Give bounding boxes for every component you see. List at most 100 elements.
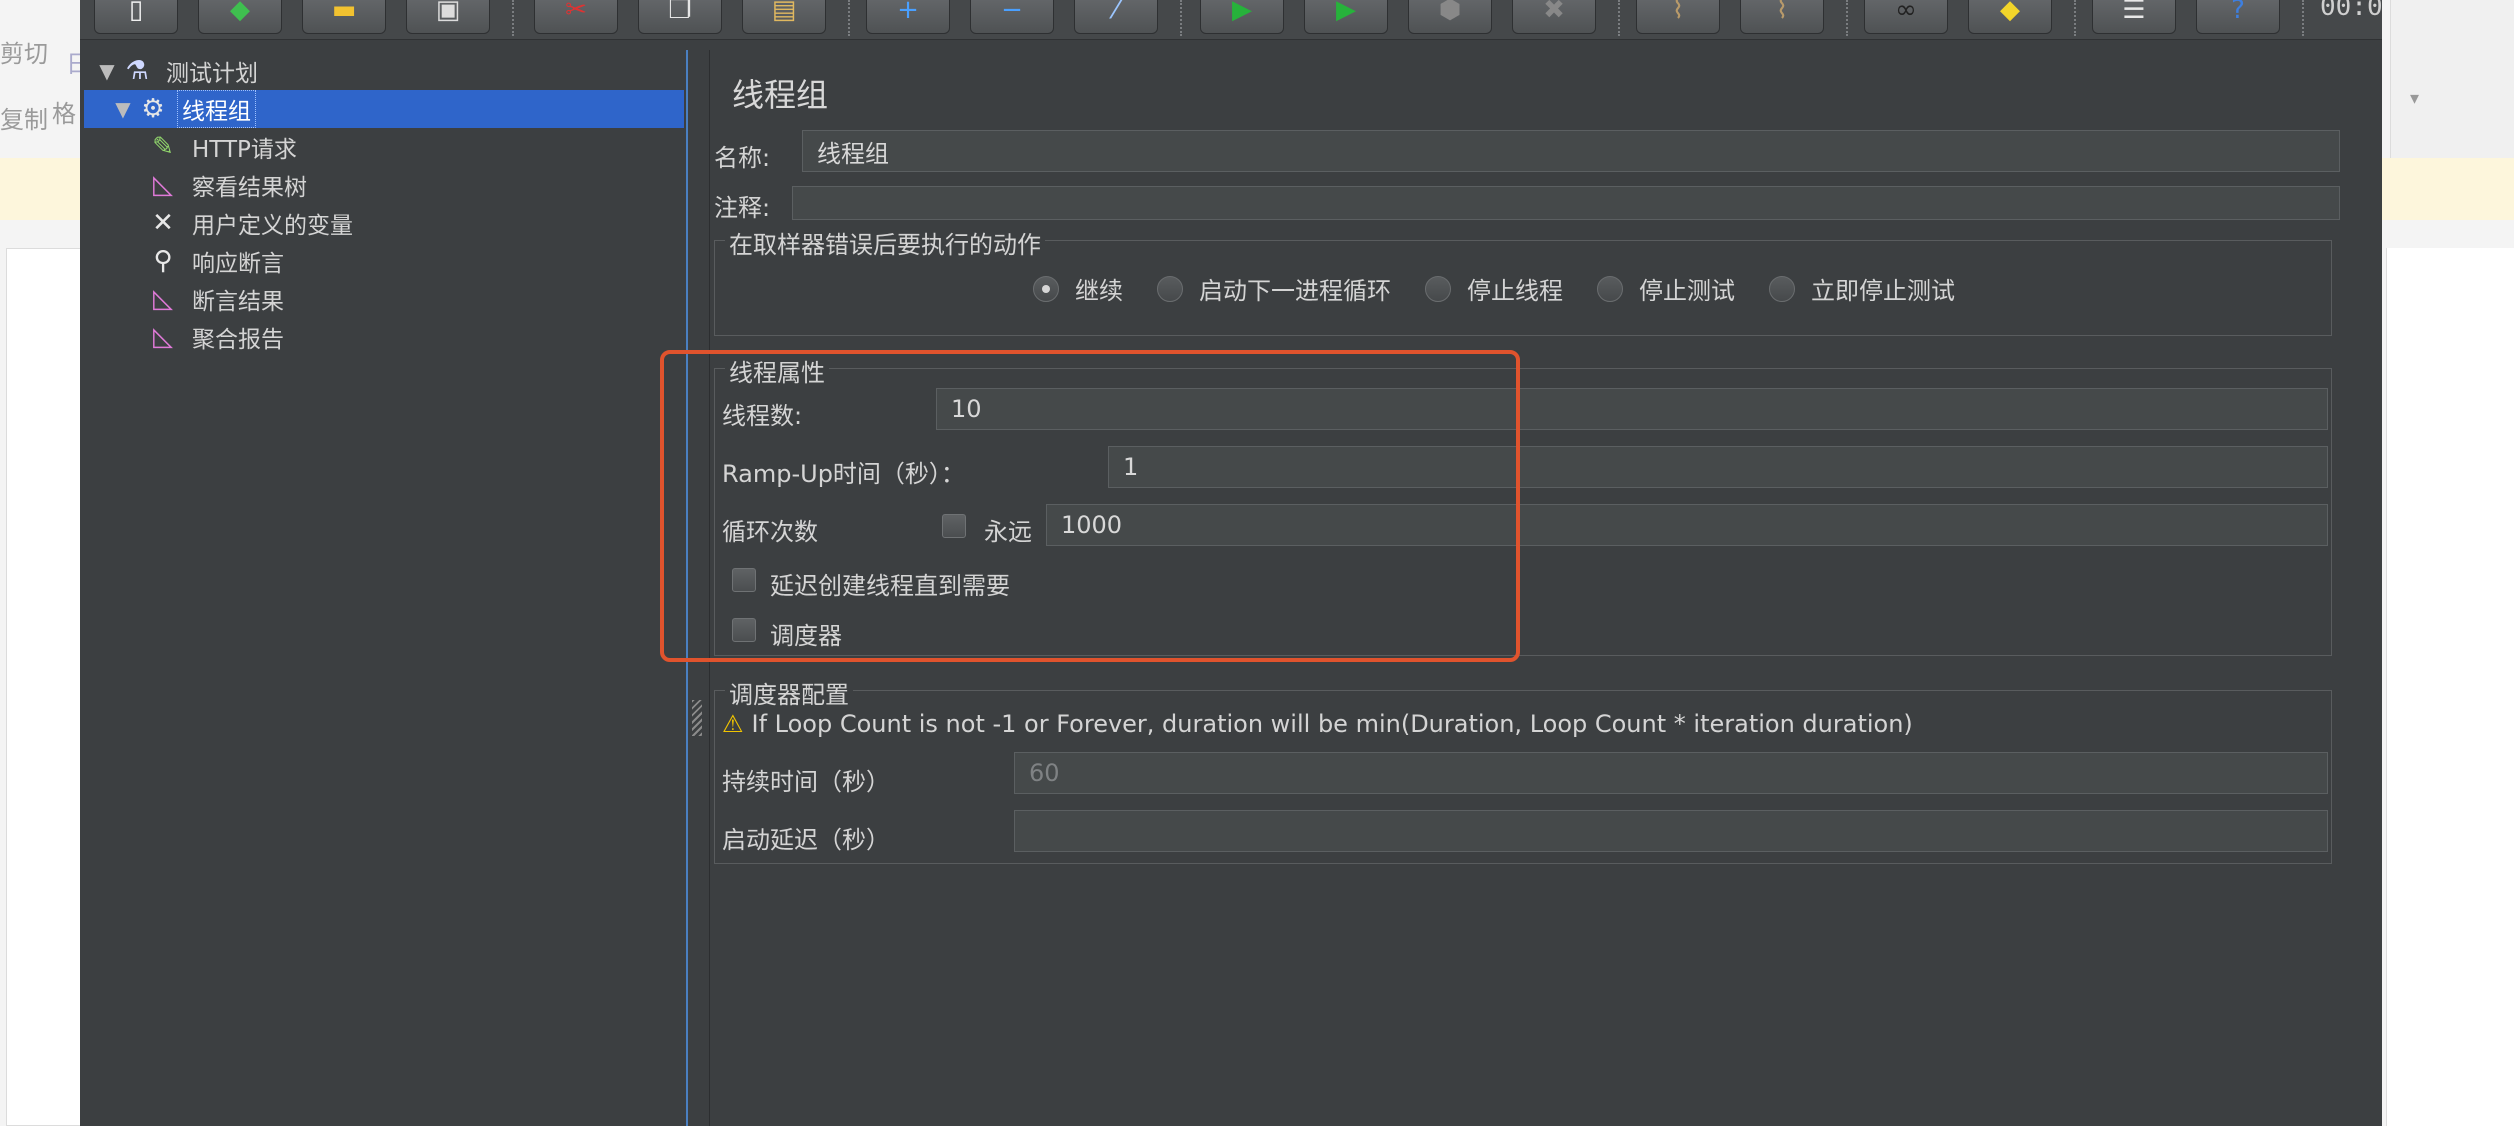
radio-continue[interactable]: 继续: [1033, 271, 1123, 306]
scissors-icon: ✂: [565, 0, 587, 25]
radio-label: 停止测试: [1639, 277, 1735, 305]
templates-icon: ◆: [230, 0, 250, 25]
open-button[interactable]: ▬: [302, 0, 386, 34]
test-plan-tree: ▼ ⚗ 测试计划 ▼ ⚙ 线程组 ✎ HTTP请求 ◺ 察看结果树 ✕ 用户定义…: [84, 50, 688, 1126]
duration-label: 持续时间（秒）: [722, 768, 890, 796]
toolbar: ▯ ◆ ▬ ▣ ✂ ❐ ▤ + − ⁄ ▶ ▶ ⬢ ✖ ⌇ ⌇ ∞ ◆ ☰ ?: [80, 0, 2382, 40]
radio-stop-test[interactable]: 停止测试: [1597, 271, 1735, 306]
document-icon: ▯: [128, 0, 144, 25]
toolbar-separator: [848, 0, 850, 36]
shutdown-button[interactable]: ✖: [1512, 0, 1596, 34]
paste-button[interactable]: ▤: [742, 0, 826, 34]
paste-icon: ▤: [771, 0, 797, 25]
graph-icon: ◺: [153, 322, 173, 352]
tree-item-label: 断言结果: [192, 289, 284, 315]
radio-start-next-loop[interactable]: 启动下一进程循环: [1157, 271, 1391, 306]
eraser-icon: ◆: [2000, 0, 2020, 25]
name-field[interactable]: 线程组: [802, 130, 2340, 172]
templates-button[interactable]: ◆: [198, 0, 282, 34]
rampup-label: Ramp-Up时间（秒）：: [722, 460, 965, 488]
new-button[interactable]: ▯: [94, 0, 178, 34]
search-button[interactable]: ∞: [1864, 0, 1948, 34]
tree-item-label: 响应断言: [192, 251, 284, 277]
duration-field[interactable]: 60: [1014, 752, 2328, 794]
toolbar-separator: [1846, 0, 1848, 36]
save-button[interactable]: ▣: [406, 0, 490, 34]
splitter-grip-icon[interactable]: [692, 700, 702, 736]
radio-label: 立即停止测试: [1811, 277, 1955, 305]
plus-icon: +: [897, 0, 919, 25]
copy-button[interactable]: ❐: [638, 0, 722, 34]
forever-label: 永远: [984, 518, 1032, 546]
loop-count-field[interactable]: 1000: [1046, 504, 2328, 546]
tree-item-response-assertion[interactable]: ⚲ 响应断言: [146, 242, 288, 280]
scheduler-warning-text: If Loop Count is not -1 or Forever, dura…: [751, 710, 1913, 738]
tree-item-assertion-results[interactable]: ◺ 断言结果: [146, 280, 288, 318]
background-ribbon-format-label: 格: [52, 100, 76, 128]
radio-stop-thread[interactable]: 停止线程: [1425, 271, 1563, 306]
tree-item-user-defined-variables[interactable]: ✕ 用户定义的变量: [146, 204, 357, 242]
loop-count-label: 循环次数: [722, 518, 818, 546]
rampup-field[interactable]: 1: [1108, 446, 2328, 488]
radio-unselected-icon: [1597, 275, 1623, 302]
scheduler-label: 调度器: [770, 622, 842, 650]
floppy-icon: ▣: [435, 0, 461, 25]
scheduler-warning: ⚠ If Loop Count is not -1 or Forever, dur…: [722, 710, 1913, 738]
warning-icon: ⚠: [722, 710, 744, 738]
flask-icon: ⚗: [125, 56, 149, 86]
startup-delay-field[interactable]: [1014, 810, 2328, 852]
background-ribbon-right: [2390, 0, 2514, 158]
background-document-page-left: [6, 248, 82, 1126]
tree-item-label: 察看结果树: [192, 175, 307, 201]
radio-label: 继续: [1075, 277, 1123, 305]
thread-count-field[interactable]: 10: [936, 388, 2328, 430]
radio-unselected-icon: [1425, 275, 1451, 302]
tools-icon: ✕: [152, 208, 174, 238]
collapse-button[interactable]: −: [970, 0, 1054, 34]
tree-item-label: HTTP请求: [192, 137, 297, 163]
cut-button[interactable]: ✂: [534, 0, 618, 34]
thread-group-panel: 线程组 名称: 线程组 注释: 在取样器错误后要执行的动作 继续 启动下一进程循…: [710, 50, 2382, 1126]
graph-icon: ◺: [153, 284, 173, 314]
start-no-pauses-button[interactable]: ▶: [1304, 0, 1388, 34]
background-ribbon-cut-label: 剪切: [0, 40, 48, 68]
play-no-timer-icon: ▶: [1336, 0, 1356, 25]
clear-button[interactable]: ⌇: [1636, 0, 1720, 34]
tree-expanded-caret-icon[interactable]: ▼: [94, 59, 120, 83]
tree-item-view-results-tree[interactable]: ◺ 察看结果树: [146, 166, 311, 204]
stop-button[interactable]: ⬢: [1408, 0, 1492, 34]
jmeter-window: ▯ ◆ ▬ ▣ ✂ ❐ ▤ + − ⁄ ▶ ▶ ⬢ ✖ ⌇ ⌇ ∞ ◆ ☰ ?: [80, 0, 2382, 1126]
wand-icon: ⁄: [1113, 0, 1119, 25]
scheduler-config-group-title: 调度器配置: [725, 675, 853, 710]
graph-icon: ◺: [153, 170, 173, 200]
tree-item-thread-group[interactable]: ▼ ⚙ 线程组: [84, 90, 684, 128]
tree-item-http-request[interactable]: ✎ HTTP请求: [146, 128, 301, 166]
function-helper-button[interactable]: ☰: [2092, 0, 2176, 34]
error-action-radio-group: 继续 启动下一进程循环 停止线程 停止测试 立即停止测试: [1033, 271, 1989, 306]
shutdown-icon: ✖: [1543, 0, 1565, 25]
radio-stop-test-now[interactable]: 立即停止测试: [1769, 271, 1955, 306]
forever-checkbox[interactable]: [942, 514, 966, 538]
radio-label: 停止线程: [1467, 277, 1563, 305]
toolbar-separator: [2074, 0, 2076, 36]
toggle-button[interactable]: ⁄: [1074, 0, 1158, 34]
tree-item-aggregate-report[interactable]: ◺ 聚合报告: [146, 318, 288, 356]
scheduler-checkbox[interactable]: [732, 618, 756, 642]
clear-all-button[interactable]: ⌇: [1740, 0, 1824, 34]
stop-icon: ⬢: [1438, 0, 1462, 25]
help-button[interactable]: ?: [2196, 0, 2280, 34]
tree-item-label: 聚合报告: [192, 327, 284, 353]
tree-item-label: 用户定义的变量: [192, 213, 353, 239]
delay-thread-creation-label: 延迟创建线程直到需要: [770, 572, 1010, 600]
background-dropdown-caret-icon: ▾: [2410, 88, 2420, 109]
toolbar-separator: [1618, 0, 1620, 36]
split-pane-divider[interactable]: [688, 50, 710, 1126]
reset-search-button[interactable]: ◆: [1968, 0, 2052, 34]
delay-thread-creation-checkbox[interactable]: [732, 568, 756, 592]
tree-expanded-caret-icon[interactable]: ▼: [110, 97, 136, 121]
comment-field[interactable]: [792, 186, 2340, 220]
binoculars-icon: ∞: [1895, 0, 1917, 25]
start-button[interactable]: ▶: [1200, 0, 1284, 34]
tree-item-test-plan[interactable]: ▼ ⚗ 测试计划: [94, 52, 262, 90]
expand-button[interactable]: +: [866, 0, 950, 34]
